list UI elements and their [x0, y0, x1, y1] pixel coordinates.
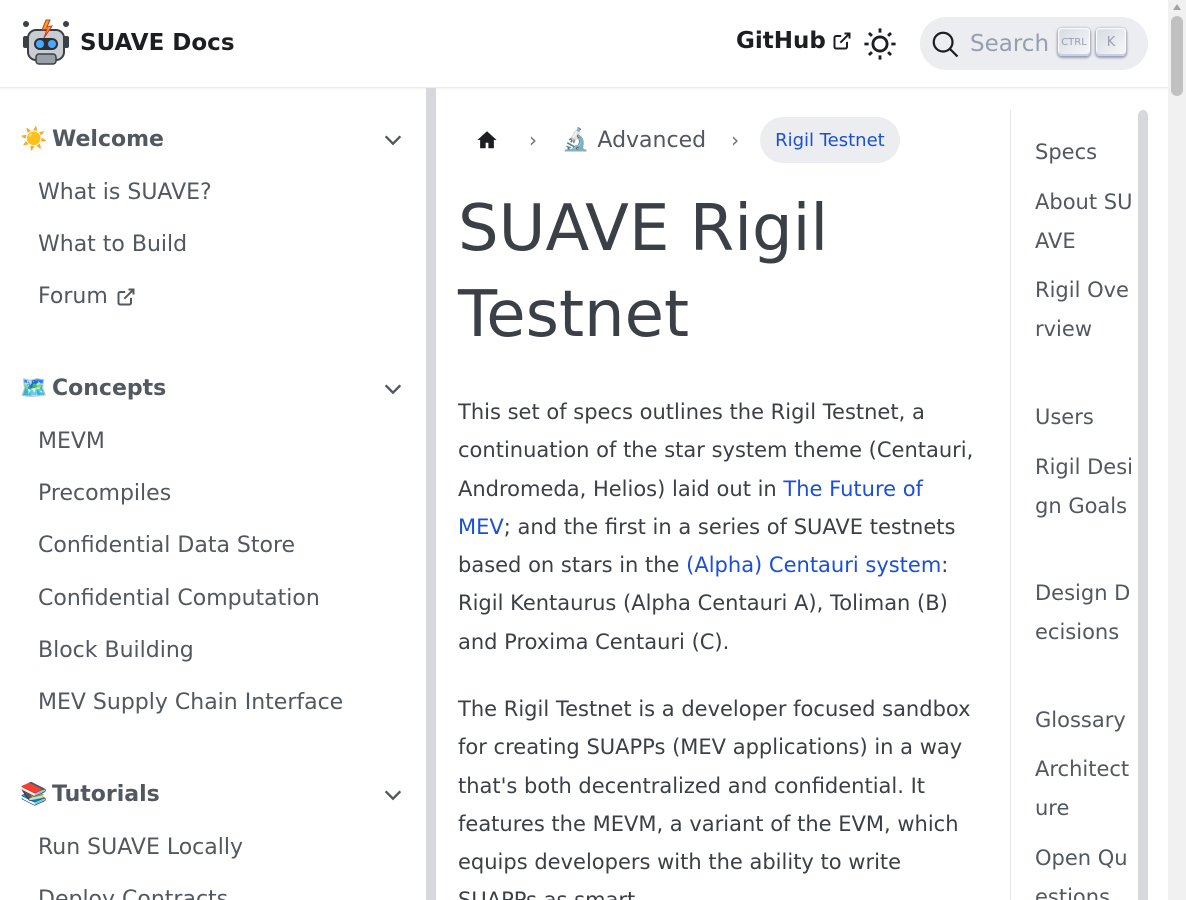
- sidebar-item-mev-supply-chain-interface[interactable]: MEV Supply Chain Interface: [38, 690, 343, 715]
- breadcrumb-current: Rigil Testnet: [760, 117, 900, 163]
- sidebar-item-label: Deploy Contracts: [38, 887, 229, 900]
- sidebar-item-label: MEVM: [38, 429, 105, 454]
- breadcrumb-advanced-link[interactable]: 🔬 Advanced: [556, 128, 712, 153]
- sidebar-item-label: Forum: [38, 284, 108, 309]
- page-scrollbar-thumb[interactable]: [1171, 16, 1183, 96]
- sidebar-item-label: Block Building: [38, 638, 194, 663]
- chevron-down-icon[interactable]: [382, 378, 404, 400]
- external-link-icon: [117, 288, 135, 305]
- brand-link[interactable]: SUAVE Docs: [22, 18, 235, 68]
- scroll-up-arrow-icon[interactable]: [1173, 4, 1181, 10]
- breadcrumb-home-link[interactable]: [464, 117, 510, 163]
- toc-item-about-suave[interactable]: About SUAVE: [1035, 183, 1135, 260]
- external-link-icon: [833, 32, 851, 50]
- theme-toggle-button[interactable]: [860, 24, 900, 64]
- sidebar-item-label: Run SUAVE Locally: [38, 835, 243, 860]
- sidebar-category-label: Tutorials: [52, 781, 160, 807]
- page-title: SUAVE Rigil Testnet: [458, 192, 829, 352]
- sun-icon: [864, 28, 896, 60]
- search-placeholder: Search: [970, 30, 1050, 57]
- sidebar-category-welcome[interactable]: ☀️ Welcome: [20, 119, 410, 159]
- suave-robot-logo-icon: [23, 19, 69, 65]
- kbd-ctrl: CTRL: [1058, 28, 1090, 56]
- sidebar: ☀️ Welcome What is SUAVE? What to Build …: [0, 88, 426, 900]
- breadcrumb-advanced-label: Advanced: [597, 127, 707, 153]
- home-icon: [477, 131, 497, 149]
- sun-emoji-icon: ☀️: [20, 126, 48, 152]
- page-scrollbar[interactable]: [1168, 0, 1186, 900]
- sidebar-scrollbar[interactable]: [426, 88, 436, 900]
- sidebar-item-block-building[interactable]: Block Building: [38, 638, 194, 663]
- toc-item-rigil-design-goals[interactable]: Rigil Design Goals: [1035, 448, 1135, 525]
- books-emoji-icon: 📚: [20, 781, 48, 807]
- map-emoji-icon: 🗺️: [20, 375, 48, 401]
- kbd-k: K: [1096, 28, 1126, 56]
- search-button[interactable]: Search CTRL K: [920, 17, 1148, 70]
- sidebar-item-label: Precompiles: [38, 481, 172, 506]
- sidebar-category-tutorials[interactable]: 📚 Tutorials: [20, 774, 410, 814]
- search-icon: [932, 31, 959, 57]
- sidebar-category-label: Welcome: [52, 126, 164, 152]
- sidebar-category-label: Concepts: [52, 375, 167, 401]
- chevron-down-icon[interactable]: [382, 784, 404, 806]
- sidebar-item-run-suave-locally[interactable]: Run SUAVE Locally: [38, 835, 243, 860]
- main-content: › 🔬 Advanced › Rigil Testnet SUAVE Rigil…: [436, 88, 1010, 900]
- toc-item-specs[interactable]: Specs: [1035, 133, 1135, 172]
- toc-item-users[interactable]: Users: [1035, 398, 1135, 437]
- sidebar-item-confidential-data-store[interactable]: Confidential Data Store: [38, 533, 295, 558]
- toc-item-architecture[interactable]: Architecture: [1035, 750, 1135, 827]
- breadcrumb-separator-icon: ›: [529, 128, 537, 152]
- table-of-contents: Specs About SUAVE Rigil Overview Users R…: [1010, 110, 1138, 900]
- github-link[interactable]: GitHub: [736, 28, 852, 54]
- sidebar-item-label: MEV Supply Chain Interface: [38, 690, 344, 715]
- overview-paragraph: The Rigil Testnet is a developer focused…: [458, 697, 971, 900]
- sidebar-item-label: What to Build: [38, 232, 188, 257]
- chevron-down-icon[interactable]: [382, 129, 404, 151]
- sidebar-item-confidential-computation[interactable]: Confidential Computation: [38, 586, 320, 611]
- toc-item-rigil-overview[interactable]: Rigil Overview: [1035, 271, 1135, 348]
- sidebar-item-precompiles[interactable]: Precompiles: [38, 481, 171, 506]
- sidebar-item-mevm[interactable]: MEVM: [38, 429, 105, 454]
- toc-item-glossary[interactable]: Glossary: [1035, 701, 1135, 740]
- breadcrumb-separator-icon: ›: [731, 128, 740, 152]
- sidebar-item-deploy-contracts[interactable]: Deploy Contracts: [38, 887, 228, 900]
- toc-scrollbar[interactable]: [1138, 110, 1148, 900]
- sidebar-item-label: What is SUAVE?: [38, 180, 212, 205]
- navbar: SUAVE Docs GitHub Search CTRL K: [0, 0, 1168, 88]
- sidebar-item-label: Confidential Data Store: [38, 533, 296, 558]
- sidebar-item-forum[interactable]: Forum: [38, 284, 136, 309]
- microscope-emoji-icon: 🔬: [562, 127, 590, 153]
- toc-item-open-questions[interactable]: Open Questions: [1035, 839, 1135, 900]
- site-title: SUAVE Docs: [80, 30, 235, 56]
- toc-item-design-decisions[interactable]: Design Decisions: [1035, 574, 1135, 651]
- alpha-centauri-link[interactable]: (Alpha) Centauri system: [686, 553, 941, 577]
- intro-paragraph: This set of specs outlines the Rigil Tes…: [458, 393, 978, 661]
- sidebar-item-label: Confidential Computation: [38, 586, 320, 611]
- sidebar-item-what-to-build[interactable]: What to Build: [38, 232, 187, 257]
- github-label: GitHub: [736, 28, 826, 54]
- breadcrumb: › 🔬 Advanced › Rigil Testnet: [464, 117, 900, 163]
- sidebar-item-what-is-suave[interactable]: What is SUAVE?: [38, 180, 212, 205]
- sidebar-category-concepts[interactable]: 🗺️ Concepts: [20, 368, 410, 408]
